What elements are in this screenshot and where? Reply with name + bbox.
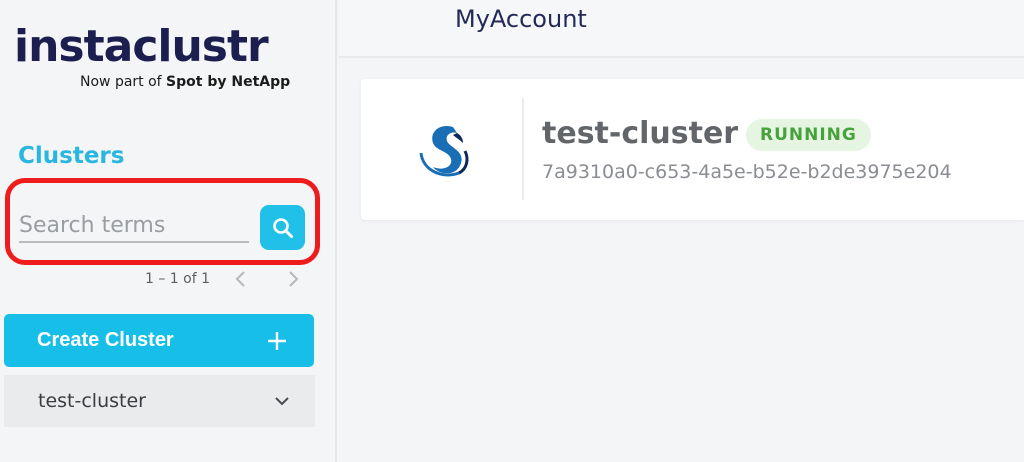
previous-page-button[interactable] bbox=[230, 268, 252, 290]
create-cluster-button[interactable]: Create Cluster bbox=[4, 314, 314, 367]
search-icon bbox=[272, 217, 293, 238]
search-area-highlight bbox=[5, 178, 320, 265]
chevron-right-icon bbox=[289, 271, 299, 287]
search-input[interactable] bbox=[19, 209, 249, 243]
status-badge: RUNNING bbox=[746, 119, 871, 151]
cluster-card[interactable]: test-cluster RUNNING 7a9310a0-c653-4a5e-… bbox=[361, 79, 1024, 220]
brand-tagline: Now part of Spot by NetApp bbox=[80, 74, 290, 90]
create-cluster-label: Create Cluster bbox=[37, 329, 174, 351]
brand-logo[interactable]: instaclustr Now part of Spot by NetApp bbox=[14, 21, 290, 91]
brand-tagline-prefix: Now part of bbox=[80, 74, 167, 90]
main-content: test-cluster RUNNING 7a9310a0-c653-4a5e-… bbox=[339, 60, 1024, 462]
chevron-down-icon[interactable] bbox=[274, 395, 290, 407]
search-button[interactable] bbox=[260, 205, 305, 250]
sidebar-item-test-cluster[interactable]: test-cluster bbox=[4, 375, 315, 427]
next-page-button[interactable] bbox=[282, 268, 304, 290]
page-title: MyAccount bbox=[455, 5, 587, 33]
sidebar: instaclustr Now part of Spot by NetApp C… bbox=[0, 0, 337, 462]
brand-tagline-bold: Spot by NetApp bbox=[166, 74, 291, 90]
cluster-id: 7a9310a0-c653-4a5e-b52e-b2de3975e204 bbox=[542, 161, 952, 183]
pagination: 1 – 1 of 1 bbox=[145, 268, 304, 290]
instaclustr-cluster-icon bbox=[413, 117, 479, 183]
card-divider bbox=[522, 98, 524, 200]
clusters-section-title: Clusters bbox=[18, 143, 125, 169]
top-bar: MyAccount bbox=[339, 0, 1024, 58]
brand-name: instaclustr bbox=[14, 21, 269, 72]
pagination-range: 1 – 1 of 1 bbox=[145, 271, 211, 287]
chevron-left-icon bbox=[235, 271, 245, 287]
cluster-name[interactable]: test-cluster bbox=[542, 116, 738, 151]
sidebar-item-label: test-cluster bbox=[38, 390, 146, 412]
plus-icon bbox=[268, 331, 286, 350]
